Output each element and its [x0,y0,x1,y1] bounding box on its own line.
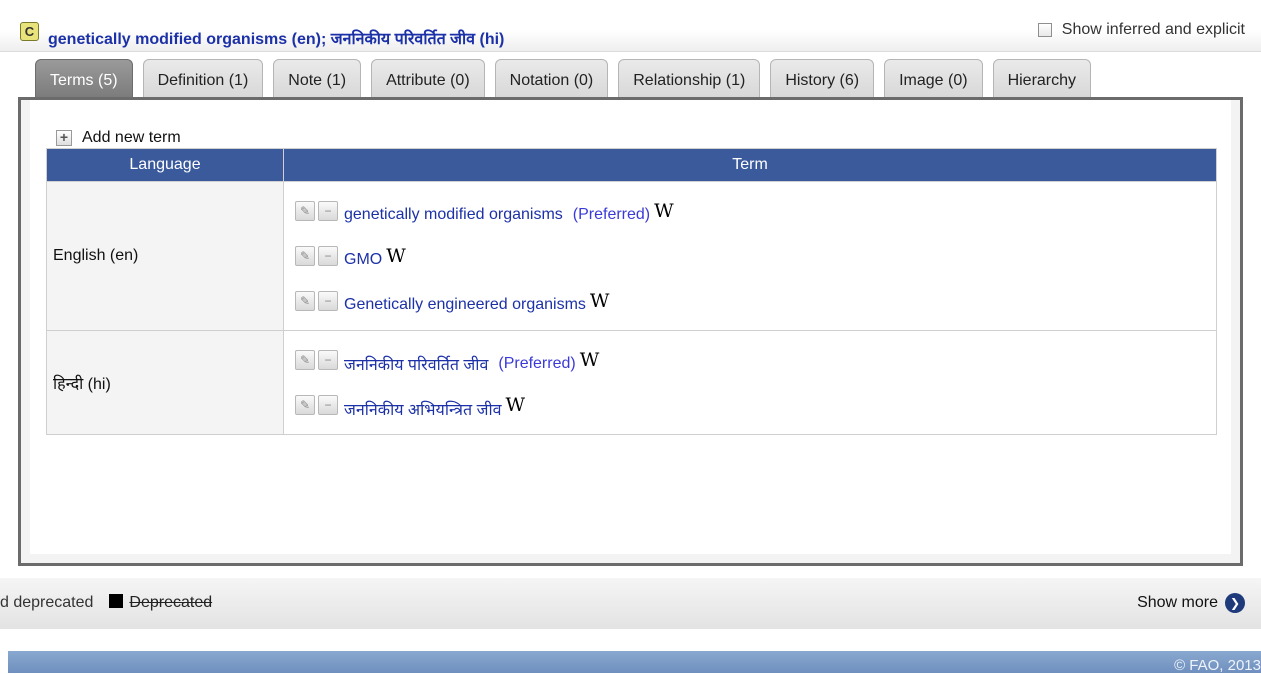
add-term-button[interactable]: + Add new term [56,129,181,147]
add-term-label: Add new term [82,129,181,146]
term-item: ✎ − GMO W [295,233,1216,278]
tab-image[interactable]: Image (0) [884,59,983,97]
remove-term-button[interactable]: − [318,245,338,266]
term-cell: ✎ − जननिकीय परिवर्तित जीव (Preferred) W … [283,330,1217,435]
edit-term-button[interactable]: ✎ [295,349,315,370]
tab-definition[interactable]: Definition (1) [142,59,264,97]
term-item: ✎ − जननिकीय परिवर्तित जीव (Preferred) W [295,337,1216,382]
chevron-right-icon: ❯ [1225,593,1245,613]
table-header-row: Language Term [46,148,1217,182]
term-link[interactable]: genetically modified organisms [344,206,563,224]
show-inferred-label: Show inferred and explicit [1061,21,1245,38]
legend: d deprecated Deprecated [0,594,212,612]
legend-deprecated-label: Deprecated [129,594,213,611]
show-more-button[interactable]: Show more ❯ [1137,593,1245,613]
pencil-icon: ✎ [299,352,311,367]
remove-term-button[interactable]: − [318,394,338,415]
plus-icon: + [56,130,72,146]
legend-label-fragment: d deprecated [0,594,94,611]
edit-term-button[interactable]: ✎ [295,245,315,266]
concept-badge: C [20,22,39,41]
show-more-label: Show more [1137,594,1218,611]
preferred-label: (Preferred) [572,205,651,223]
remove-term-button[interactable]: − [318,349,338,370]
minus-icon: − [324,397,332,412]
edit-term-button[interactable]: ✎ [295,200,315,221]
legend-bar: d deprecated Deprecated Show more ❯ [0,578,1261,629]
column-header-language: Language [46,148,284,182]
show-inferred-checkbox[interactable] [1037,23,1052,37]
wikipedia-icon[interactable]: W [654,200,674,222]
copyright: © FAO, 2013 [1174,657,1261,674]
remove-term-button[interactable]: − [318,290,338,311]
language-cell: English (en) [46,181,284,331]
term-link[interactable]: जननिकीय अभियन्त्रित जीव [344,398,501,420]
term-cell: ✎ − genetically modified organisms (Pref… [283,181,1217,331]
edit-term-button[interactable]: ✎ [295,394,315,415]
language-cell: हिन्दी (hi) [46,330,284,435]
show-inferred-toggle[interactable]: Show inferred and explicit [1037,21,1245,39]
wikipedia-icon[interactable]: W [580,349,600,371]
terms-table: Language Term English (en) ✎ − genetical… [46,148,1217,435]
term-item: ✎ − genetically modified organisms (Pref… [295,188,1216,233]
term-item: ✎ − जननिकीय अभियन्त्रित जीव W [295,382,1216,427]
wikipedia-icon[interactable]: W [386,245,406,267]
term-link[interactable]: जननिकीय परिवर्तित जीव [344,353,488,375]
concept-header: C genetically modified organisms (en); ज… [0,0,1261,52]
pencil-icon: ✎ [299,203,311,218]
table-row: English (en) ✎ − genetically modified or… [46,181,1217,331]
edit-term-button[interactable]: ✎ [295,290,315,311]
column-header-term: Term [283,148,1217,182]
tab-bar: Terms (5) Definition (1) Note (1) Attrib… [35,59,1092,97]
tab-notation[interactable]: Notation (0) [494,59,609,97]
pencil-icon: ✎ [299,397,311,412]
pencil-icon: ✎ [299,248,311,263]
table-row: हिन्दी (hi) ✎ − जननिकीय परिवर्तित जीव (P… [46,330,1217,435]
term-link[interactable]: GMO [344,251,382,269]
minus-icon: − [324,352,332,367]
term-link[interactable]: Genetically engineered organisms [344,296,586,314]
tab-terms[interactable]: Terms (5) [35,59,133,97]
tab-history[interactable]: History (6) [770,59,875,97]
concept-title: genetically modified organisms (en); जनन… [48,31,505,48]
preferred-label: (Preferred) [498,354,576,372]
wikipedia-icon[interactable]: W [505,394,525,416]
tab-attribute[interactable]: Attribute (0) [371,59,485,97]
footer: © FAO, 2013 [8,651,1261,674]
remove-term-button[interactable]: − [318,200,338,221]
pencil-icon: ✎ [299,293,311,308]
term-item: ✎ − Genetically engineered organisms W [295,278,1216,323]
tab-relationship[interactable]: Relationship (1) [618,59,761,97]
tab-note[interactable]: Note (1) [273,59,362,97]
tab-hierarchy[interactable]: Hierarchy [992,59,1092,97]
wikipedia-icon[interactable]: W [590,290,610,312]
minus-icon: − [324,293,332,308]
deprecated-swatch [109,594,124,608]
minus-icon: − [324,248,332,263]
minus-icon: − [324,203,332,218]
